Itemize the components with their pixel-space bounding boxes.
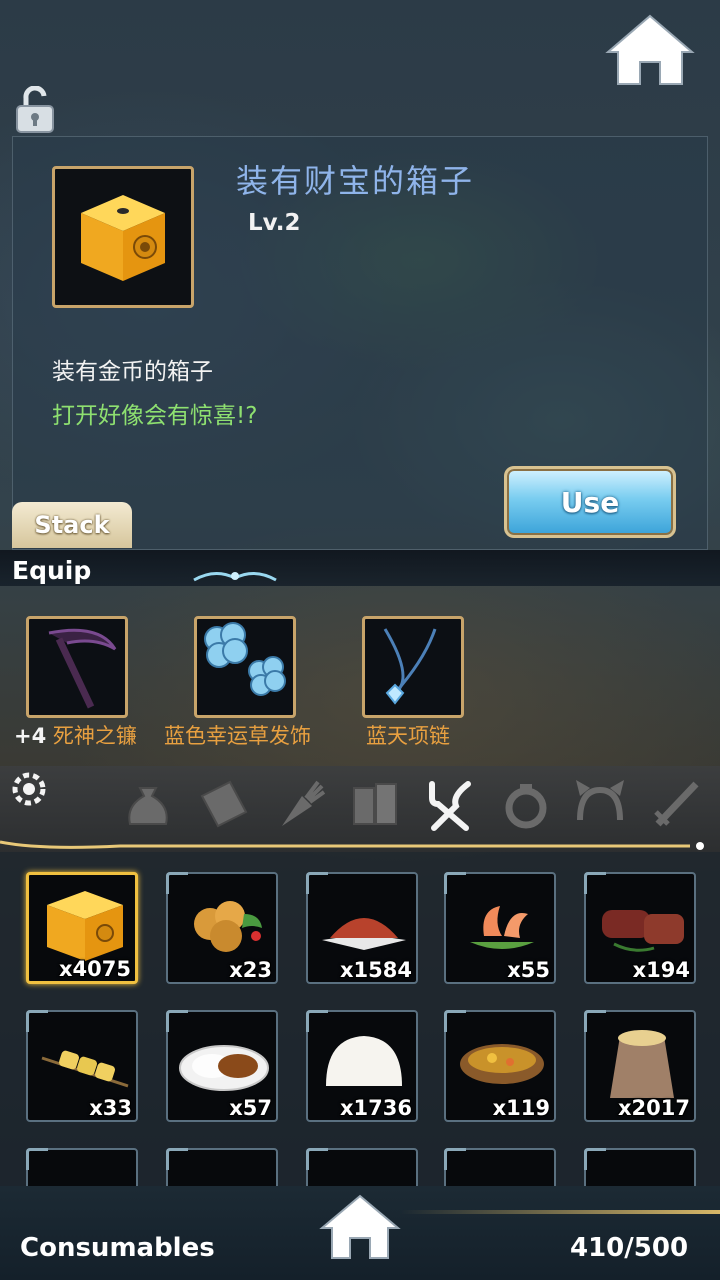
- inventory-slot[interactable]: x23: [166, 872, 278, 984]
- inventory-slot[interactable]: x194: [584, 872, 696, 984]
- equip-name-2: 蓝色幸运草发饰: [164, 724, 311, 748]
- curry-rice-icon: [179, 1045, 269, 1091]
- item-preview-frame: [52, 166, 194, 308]
- use-button-label: Use: [560, 485, 620, 519]
- inventory-slot[interactable]: [306, 1148, 418, 1186]
- treasure-box-icon: [47, 891, 123, 961]
- unlock-icon[interactable]: [14, 86, 56, 134]
- inventory-slot[interactable]: x55: [444, 872, 556, 984]
- inventory-slot[interactable]: [166, 1148, 278, 1186]
- ornament-icon: [193, 572, 277, 582]
- inventory-slot[interactable]: [26, 1148, 138, 1186]
- stack-tab-label: Stack: [34, 511, 110, 539]
- tab-ring-icon[interactable]: [498, 776, 554, 832]
- equip-slot-1[interactable]: [26, 616, 128, 718]
- home-icon[interactable]: [318, 1192, 402, 1262]
- skewer-icon: [41, 1050, 129, 1088]
- inventory-capacity: 410/500: [570, 1233, 689, 1263]
- tab-bar-divider: [0, 840, 704, 850]
- item-quantity: x33: [89, 1096, 132, 1120]
- clover-hairpin-icon: [204, 622, 286, 696]
- tab-fork-knife-icon[interactable]: [422, 776, 478, 832]
- equip-header-bar: [0, 550, 720, 586]
- item-quantity: x55: [507, 958, 550, 982]
- stew-bowl-icon: [460, 1044, 544, 1084]
- item-quantity: x57: [229, 1096, 272, 1120]
- tab-bag-icon[interactable]: [120, 776, 176, 832]
- inventory-slot[interactable]: [444, 1148, 556, 1186]
- inventory-slot[interactable]: x1584: [306, 872, 418, 984]
- item-quantity: x4075: [59, 957, 131, 981]
- inventory-slot[interactable]: x33: [26, 1010, 138, 1122]
- equip-slot-3[interactable]: [362, 616, 464, 718]
- equip-name-1: +4 死神之镰: [14, 724, 137, 748]
- item-quantity: x2017: [618, 1096, 690, 1120]
- inventory-slot[interactable]: x2017: [584, 1010, 696, 1122]
- home-icon[interactable]: [604, 12, 696, 88]
- item-quantity: x194: [632, 958, 690, 982]
- inventory-slot[interactable]: x119: [444, 1010, 556, 1122]
- inventory-slot[interactable]: x4075: [26, 872, 138, 984]
- equip-label: Equip: [12, 556, 92, 585]
- inventory-grid: x4075 x23 x1584 x55 x194 x33 x57 x1736 x…: [0, 852, 720, 1186]
- flour-sack-icon: [610, 1030, 674, 1098]
- category-title: Consumables: [20, 1233, 215, 1263]
- equip-slot-2[interactable]: [194, 616, 296, 718]
- equip-name-3: 蓝天项链: [366, 724, 450, 748]
- inventory-slot[interactable]: x1736: [306, 1010, 418, 1122]
- steak-icon: [602, 910, 684, 952]
- settings-gear-icon[interactable]: [6, 766, 52, 812]
- inventory-slot[interactable]: x57: [166, 1010, 278, 1122]
- tab-headband-icon[interactable]: [572, 776, 628, 832]
- treasure-box-icon: [81, 195, 165, 281]
- inventory-slot[interactable]: [584, 1148, 696, 1186]
- stack-tab[interactable]: Stack: [12, 502, 132, 548]
- fried-chicken-icon: [194, 901, 262, 952]
- tab-sword-icon[interactable]: [648, 776, 704, 832]
- tab-envelope-icon[interactable]: [196, 776, 252, 832]
- item-quantity: x1584: [340, 958, 412, 982]
- tab-carrot-icon[interactable]: [272, 776, 328, 832]
- spice-powder-icon: [322, 918, 406, 950]
- use-button[interactable]: Use: [504, 466, 676, 538]
- bun-icon: [326, 1036, 402, 1086]
- item-flavor-text: 打开好像会有惊喜!?: [52, 403, 258, 429]
- scythe-icon: [48, 628, 117, 709]
- item-quantity: x23: [229, 958, 272, 982]
- item-description: 装有金币的箱子: [52, 359, 213, 385]
- tab-books-icon[interactable]: [348, 776, 404, 832]
- item-quantity: x1736: [340, 1096, 412, 1120]
- shrimp-dish-icon: [470, 906, 534, 949]
- necklace-icon: [383, 628, 437, 705]
- bottom-divider: [400, 1210, 720, 1214]
- item-name: 装有财宝的箱子: [236, 162, 475, 200]
- item-level: Lv.2: [248, 210, 301, 236]
- item-quantity: x119: [492, 1096, 550, 1120]
